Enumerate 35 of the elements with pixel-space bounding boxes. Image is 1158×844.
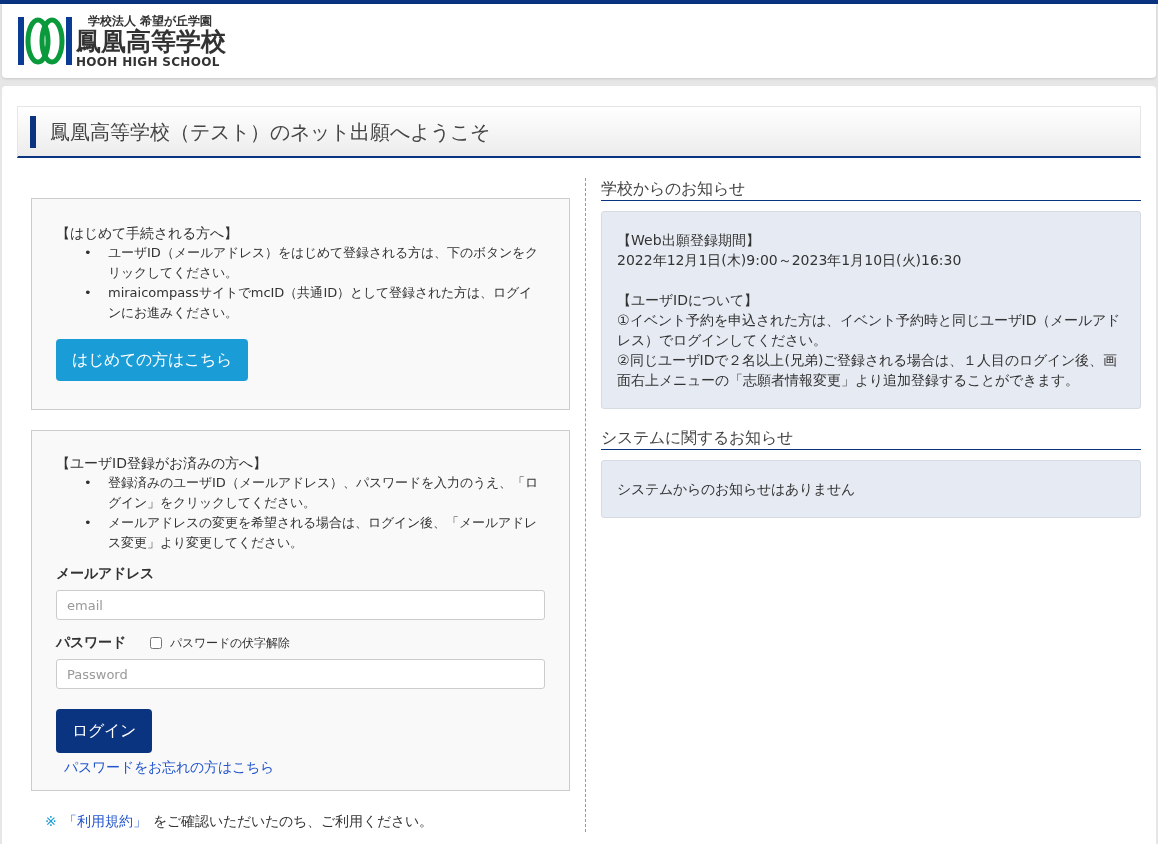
school-logo-icon: [18, 17, 72, 65]
notice-text: 【Web出願登録期間】: [617, 231, 761, 250]
page-title: 鳳凰高等学校（テスト）のネット出願へようこそ: [50, 118, 490, 146]
reveal-password-checkbox[interactable]: [150, 636, 162, 649]
note-mark: ※: [45, 812, 57, 831]
notice-text: ①イベント予約を申込された方は、イベント予約時と同じユーザID（メールアドレス）でログインしてください。: [617, 311, 1122, 350]
instruction-text: メールアドレスの変更を希望される場合は、ログイン後、「メールアドレス変更」より変更してください。: [108, 514, 538, 552]
bullet-mark: •: [84, 474, 93, 492]
instruction-text: miraicompassサイトでmcID（共通ID）として登録された方は、ログインにお進みください。: [108, 284, 534, 322]
bullet-mark: •: [84, 514, 93, 532]
notice-heading: 学校からのお知らせ: [601, 178, 1141, 201]
reveal-password-label: パスワードの伏字解除: [170, 634, 290, 652]
forgot-password-link[interactable]: パスワードをお忘れの方はこちら: [64, 759, 274, 775]
notice-text: ②同じユーザIDで２名以上(兄弟)ご登録される場合は、１人目のログイン後、画面右上メニューの「志願者情報変更」より追加登録することができます。: [617, 351, 1119, 390]
terms-link[interactable]: 「利用規約」: [62, 811, 147, 832]
section-heading: 【はじめて手続される方へ】: [56, 224, 239, 243]
password-input[interactable]: Password: [56, 659, 545, 689]
notice-text: 【ユーザIDについて】: [617, 291, 759, 310]
bullet-mark: •: [84, 284, 93, 302]
logo-english: HOOH HIGH SCHOOL: [76, 56, 221, 68]
instruction-text: 登録済みのユーザID（メールアドレス）、パスワードを入力のうえ、「ログイン」をクリックしてください。: [108, 474, 539, 512]
notice-text: システムからのお知らせはありません: [617, 480, 856, 499]
email-input[interactable]: email: [56, 590, 545, 620]
login-button[interactable]: ログイン: [56, 709, 152, 753]
notice-text: 2022年12月1日(木)9:00～2023年1月10日(火)16:30: [617, 251, 963, 270]
instruction-text: ユーザID（メールアドレス）をはじめて登録される方は、下のボタンをクリックしてください。: [108, 244, 539, 282]
section-heading: 【ユーザID登録がお済みの方へ】: [56, 454, 268, 473]
notice-heading: システムに関するお知らせ: [601, 427, 1141, 450]
title-accent-bar: [30, 115, 36, 148]
bullet-mark: •: [84, 244, 93, 262]
terms-note: をご確認いただいたのち、ご利用ください。: [152, 812, 433, 831]
email-label: メールアドレス: [56, 564, 155, 583]
password-label: パスワード: [56, 633, 126, 652]
logo-name: 鳳凰高等学校: [76, 29, 226, 54]
logo-caption: 学校法人 希望が丘学園: [88, 14, 214, 28]
